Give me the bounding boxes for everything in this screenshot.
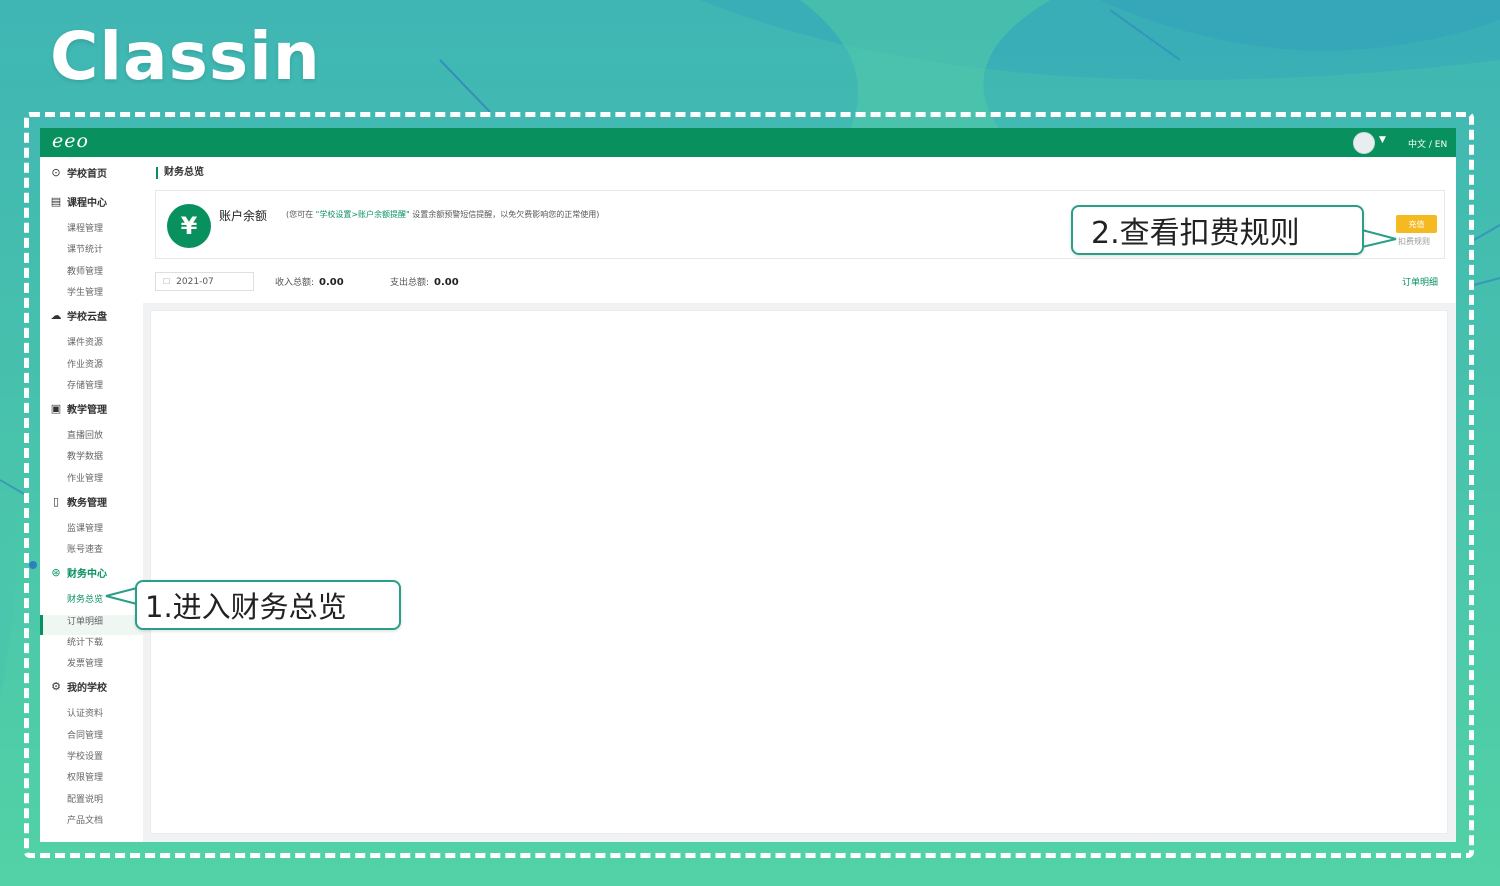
nav-item-teaching-data[interactable]: 教学数据	[67, 449, 103, 462]
main-content: 财务总览 ¥ 账户余额 (您可在 "学校设置>账户余额提醒" 设置余额预警短信提…	[143, 157, 1456, 842]
home-icon: ⊙	[51, 166, 61, 179]
language-switch[interactable]: 中文 / EN	[1408, 137, 1447, 150]
expense-label: 支出总额:	[390, 278, 430, 288]
month-value: 2021-07	[176, 276, 214, 287]
expense-total: 支出总额: 0.00	[390, 275, 459, 288]
cloud-icon: ☁	[50, 309, 62, 322]
nav-group-label: 教务管理	[67, 498, 107, 509]
nav-group-cloud-disk[interactable]: ☁ 学校云盘	[50, 308, 108, 323]
nav-item-storage[interactable]: 存储管理	[67, 378, 103, 391]
calendar-icon: ▤	[50, 195, 62, 208]
yen-icon: ¥	[167, 204, 211, 248]
nav-group-label: 我的学校	[67, 683, 107, 694]
nav-group-label: 课程中心	[67, 198, 107, 209]
expense-value: 0.00	[434, 277, 459, 288]
nav-group-academic[interactable]: ▯ 教务管理	[50, 494, 107, 509]
nav-item-account-lookup[interactable]: 账号速查	[67, 542, 103, 555]
top-bar: eeo ▼ 中文 / EN	[40, 128, 1456, 157]
content-panel	[150, 310, 1448, 834]
nav-group-finance[interactable]: ⊛ 财务中心	[50, 565, 107, 580]
order-detail-link[interactable]: 订单明细	[1402, 275, 1438, 288]
balance-note-suffix: 设置余额预警短信提醒，以免欠费影响您的正常使用)	[412, 210, 600, 219]
teaching-icon: ▣	[50, 402, 62, 415]
finance-icon: ⊛	[51, 566, 61, 579]
eeo-logo[interactable]: eeo	[52, 130, 89, 152]
balance-note: (您可在 "学校设置>账户余额提醒" 设置余额预警短信提醒，以免欠费影响您的正常…	[286, 209, 599, 220]
nav-item-school-settings[interactable]: 学校设置	[67, 749, 103, 762]
nav-group-teaching[interactable]: ▣ 教学管理	[50, 401, 107, 416]
nav-item-invoice[interactable]: 发票管理	[67, 656, 103, 669]
caret-down-icon[interactable]: ▼	[1379, 135, 1386, 145]
nav-item-lesson-stats[interactable]: 课节统计	[67, 242, 103, 255]
balance-settings-link[interactable]: "学校设置>账户余额提醒"	[316, 210, 410, 219]
nav-group-label: 学校首页	[67, 169, 107, 180]
nav-item-student-manage[interactable]: 学生管理	[67, 285, 103, 298]
nav-item-product-docs[interactable]: 产品文档	[67, 813, 103, 826]
user-avatar[interactable]	[1353, 132, 1375, 154]
nav-item-teacher-manage[interactable]: 教师管理	[67, 264, 103, 277]
calendar-icon: ☐	[163, 277, 171, 286]
balance-label: 账户余额	[219, 209, 268, 223]
recharge-button[interactable]: 充值	[1396, 215, 1437, 233]
income-value: 0.00	[319, 277, 344, 288]
nav-group-label: 学校云盘	[67, 312, 107, 323]
nav-item-class-monitor[interactable]: 监课管理	[67, 521, 103, 534]
income-total: 收入总额: 0.00	[275, 275, 344, 288]
step1-callout: 1.进入财务总览	[135, 580, 401, 630]
nav-item-order-detail[interactable]: 订单明细	[67, 614, 103, 627]
nav-group-my-school[interactable]: ⚙ 我的学校	[50, 679, 107, 694]
classin-logo: Classin	[50, 18, 321, 95]
nav-item-homework-manage[interactable]: 作业管理	[67, 471, 103, 484]
step2-callout: 2.查看扣费规则	[1071, 205, 1364, 255]
nav-item-contract[interactable]: 合同管理	[67, 728, 103, 741]
nav-item-config-guide[interactable]: 配置说明	[67, 792, 103, 805]
nav-item-finance-overview[interactable]: 财务总览	[67, 592, 103, 605]
nav-item-courseware[interactable]: 课件资源	[67, 335, 103, 348]
nav-item-stats-download[interactable]: 统计下载	[67, 635, 103, 648]
deduction-rules-link[interactable]: 扣费规则	[1398, 236, 1430, 247]
sidebar: ⊙ 学校首页 ▤ 课程中心 课程管理 课节统计 教师管理 学生管理 ☁ 学校云盘…	[40, 157, 143, 842]
nav-item-certification[interactable]: 认证资料	[67, 706, 103, 719]
nav-group-school-home[interactable]: ⊙ 学校首页	[50, 165, 107, 180]
nav-group-label: 教学管理	[67, 405, 107, 416]
nav-item-homework-resources[interactable]: 作业资源	[67, 357, 103, 370]
page-title: 财务总览	[156, 167, 204, 179]
balance-note-prefix: (您可在	[286, 210, 314, 219]
nav-group-course-center[interactable]: ▤ 课程中心	[50, 194, 107, 209]
nav-item-replay[interactable]: 直播回放	[67, 428, 103, 441]
nav-item-permissions[interactable]: 权限管理	[67, 770, 103, 783]
nav-item-course-manage[interactable]: 课程管理	[67, 221, 103, 234]
nav-group-label: 财务中心	[67, 569, 107, 580]
school-icon: ⚙	[51, 680, 61, 693]
month-picker[interactable]: ☐ 2021-07	[155, 272, 254, 291]
income-label: 收入总额:	[275, 278, 315, 288]
admin-icon: ▯	[52, 495, 60, 508]
